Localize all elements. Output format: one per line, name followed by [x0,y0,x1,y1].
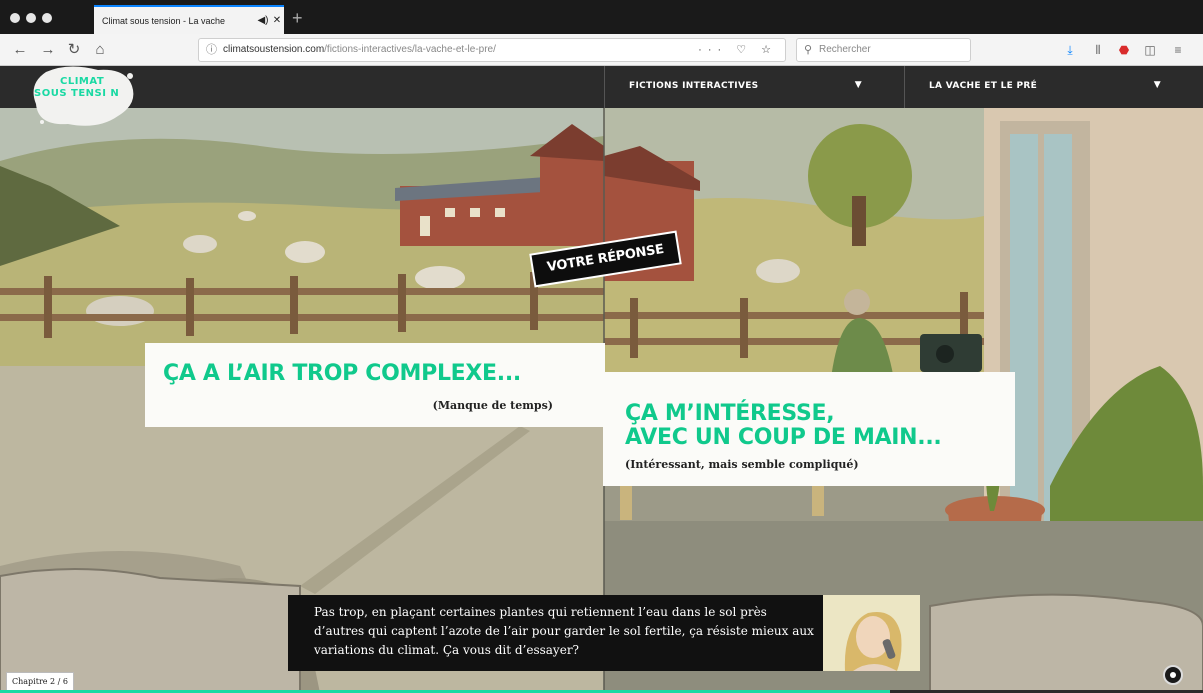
browser-tab[interactable]: Climat sous tension - La vache ◀) ✕ [94,5,284,34]
choice-right-subtitle: (Intéressant, mais semble compliqué) [625,458,859,471]
tab-title: Climat sous tension - La vache [102,15,226,26]
close-window-button[interactable] [10,13,20,23]
search-placeholder: Rechercher [819,44,871,55]
nav-fictions-label: FICTIONS INTERACTIVES [629,81,759,91]
chapter-indicator: Chapitre 2 / 6 [6,672,74,692]
url-domain: climatsoustension.com [223,44,325,55]
browser-navbar: ← → ↻ ⌂ ⓘ climatsoustension.com/fictions… [0,34,1203,66]
page-viewport: CLIMAT SOUS TENSI N FICTIONS INTERACTIVE… [0,66,1203,693]
back-button[interactable]: ← [10,40,30,60]
choice-right-title: ÇA M’INTÉRESSE, AVEC UN COUP DE MAIN... [625,402,1005,450]
minimize-window-button[interactable] [26,13,36,23]
reload-button[interactable]: ↻ [64,40,84,60]
new-tab-button[interactable]: + [292,8,303,29]
nav-la-vache-et-le-pre[interactable]: LA VACHE ET LE PRÉ ▼ [904,66,1203,108]
choice-right-button[interactable]: ÇA M’INTÉRESSE, AVEC UN COUP DE MAIN... … [603,372,1015,486]
dialog-text: Pas trop, en plaçant certaines plantes q… [314,605,814,657]
search-icon: ⚲ [804,44,813,56]
home-button[interactable]: ⌂ [90,40,110,60]
speaker-avatar [823,595,920,671]
nav-story-label: LA VACHE ET LE PRÉ [929,81,1038,91]
choice-left-title: ÇA A L’AIR TROP COMPLEXE... [163,361,521,386]
adblock-icon[interactable]: ⬣ [1116,42,1132,58]
page-actions[interactable]: ··· ♡ ☆ [698,39,777,61]
speaker-icon[interactable]: ◀) [256,15,270,26]
dialog-box: Pas trop, en plaçant certaines plantes q… [288,595,920,671]
sound-toggle-button[interactable] [1163,665,1183,685]
choice-right-title-line2: AVEC UN COUP DE MAIN... [625,425,942,450]
caret-down-icon: ▼ [1153,80,1161,90]
url-path: /fictions-interactives/la-vache-et-le-pr… [324,44,496,55]
choice-right-title-line1: ÇA M’INTÉRESSE, [625,401,835,426]
nav-fictions-interactives[interactable]: FICTIONS INTERACTIVES ▼ [604,66,904,108]
maximize-window-button[interactable] [42,13,52,23]
logo-line-1[interactable]: CLIMAT [60,76,104,87]
site-header: CLIMAT SOUS TENSI N FICTIONS INTERACTIVE… [0,66,1203,126]
url-bar[interactable]: ⓘ climatsoustension.com/fictions-interac… [198,38,786,62]
menu-icon[interactable]: ≡ [1170,42,1186,58]
choice-left-button[interactable]: ÇA A L’AIR TROP COMPLEXE... (Manque de t… [145,343,605,427]
choice-left-subtitle: (Manque de temps) [432,399,553,412]
logo-line-2[interactable]: SOUS TENSI N [34,88,119,99]
search-input[interactable]: ⚲ Rechercher [796,38,971,62]
library-icon[interactable]: ⫴ [1090,42,1106,58]
download-icon[interactable]: ⤓ [1062,42,1078,58]
browser-titlebar: Climat sous tension - La vache ◀) ✕ + [0,0,1203,34]
caret-down-icon: ▼ [854,80,862,90]
forward-button[interactable]: → [38,40,58,60]
tab-close-button[interactable]: ✕ [270,15,284,26]
info-icon[interactable]: ⓘ [206,39,217,61]
sidebar-icon[interactable]: ◫ [1142,42,1158,58]
